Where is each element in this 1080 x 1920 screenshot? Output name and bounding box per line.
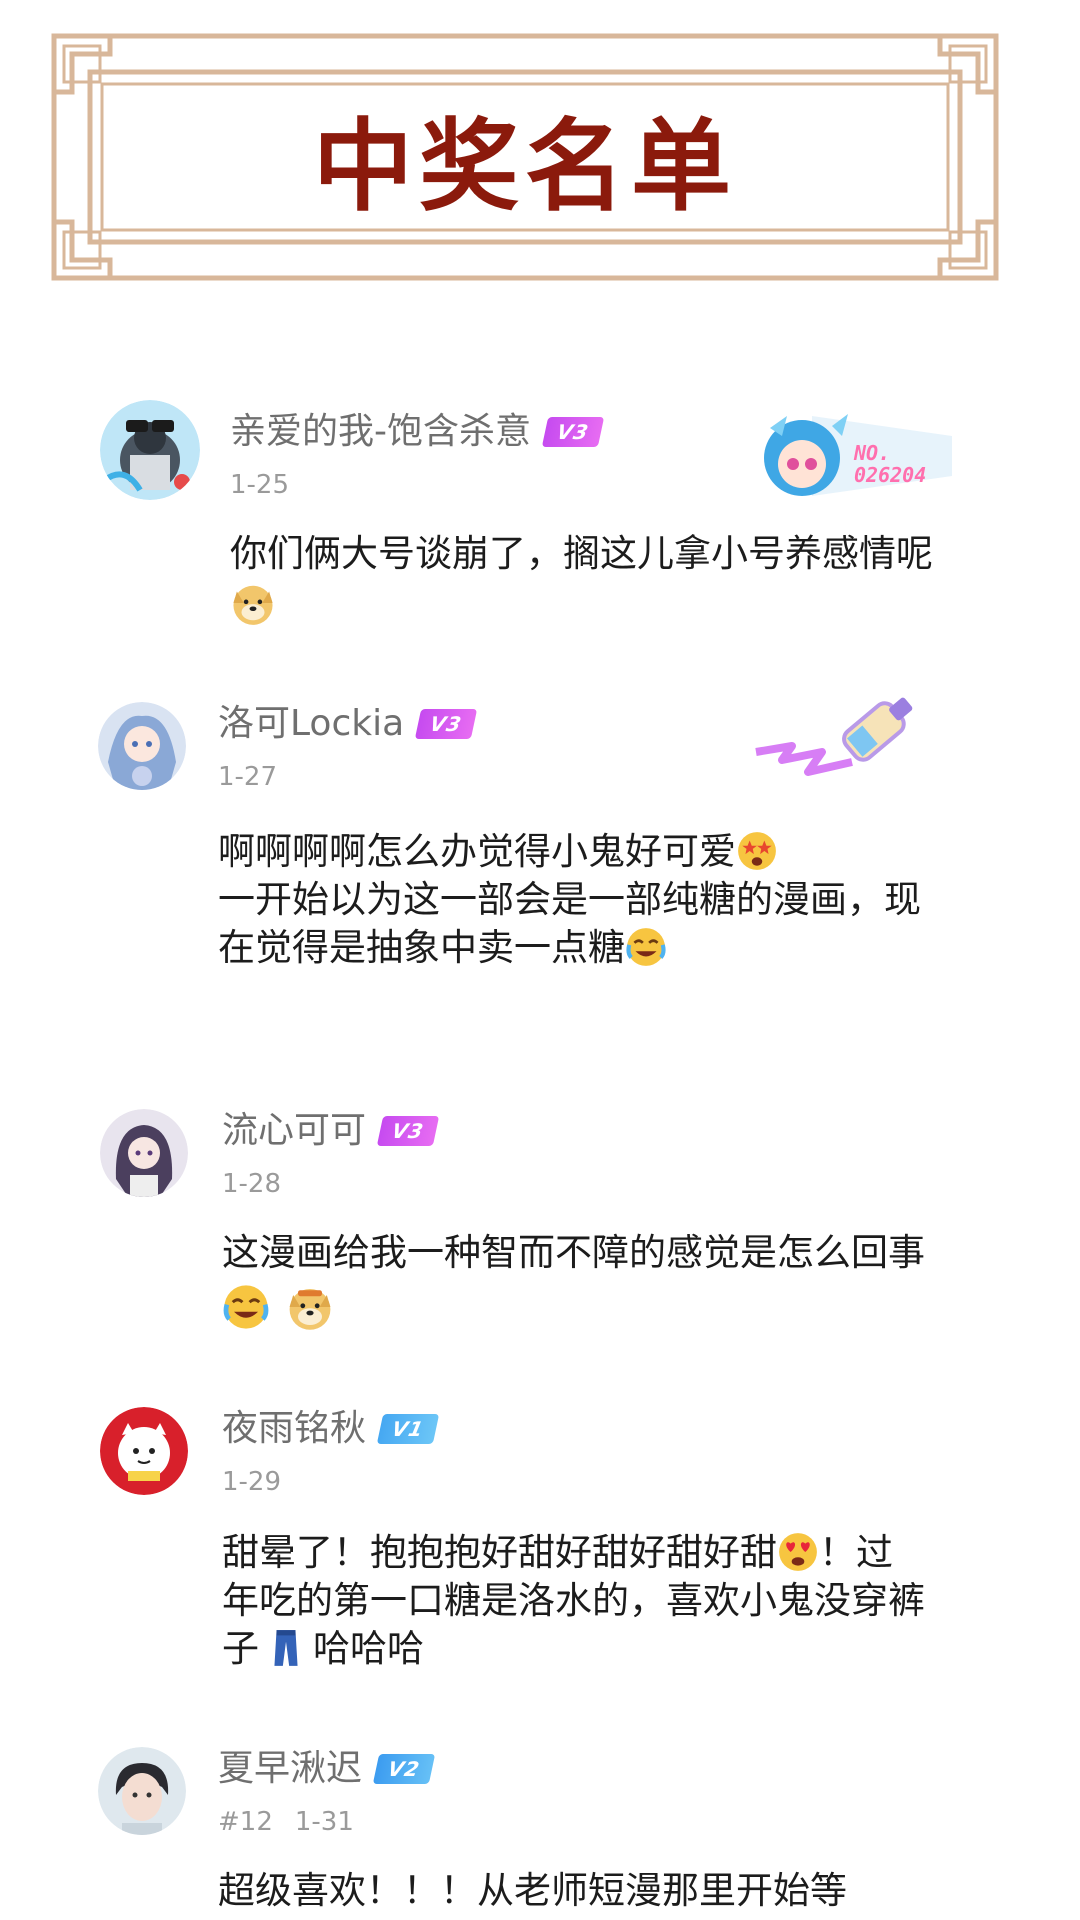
comment-text: 甜晕了！抱抱抱好甜好甜好甜好甜 ！过 年吃的第一口糖是洛水的，喜欢小鬼没穿裤 子… bbox=[222, 1529, 1022, 1673]
comment-text: 这漫画给我一种智而不障的感觉是怎么回事 bbox=[222, 1229, 1012, 1335]
comment-date: 1-29 bbox=[222, 1467, 282, 1497]
comment-line: 甜晕了！抱抱抱好甜好甜好甜好甜 bbox=[222, 1531, 777, 1574]
username-text[interactable]: 洛可Lockia bbox=[218, 702, 404, 746]
avatar[interactable] bbox=[100, 1109, 188, 1197]
comment-line: 你们俩大号谈崩了，搁这儿拿小号养感情呢 bbox=[230, 532, 933, 575]
comment-line: 子 bbox=[222, 1627, 259, 1670]
level-badge: V3 bbox=[376, 1116, 440, 1146]
avatar-image bbox=[100, 400, 200, 500]
avatar-image bbox=[100, 1109, 188, 1197]
comment-line: 啊啊啊啊怎么办觉得小鬼好可爱 bbox=[218, 830, 736, 873]
level-badge: V3 bbox=[414, 709, 478, 739]
avatar-image bbox=[98, 702, 186, 790]
fan-card-decoration[interactable]: NO. 026204 bbox=[752, 406, 972, 506]
avatar[interactable] bbox=[98, 702, 186, 790]
doge-emoji bbox=[286, 1283, 334, 1331]
level-badge: V1 bbox=[376, 1414, 440, 1444]
avatar[interactable] bbox=[98, 1747, 186, 1835]
fan-number: NO. 026204 bbox=[854, 441, 927, 487]
comment-meta: #12 1-31 bbox=[218, 1807, 354, 1837]
comment-line: 哈哈哈 bbox=[313, 1627, 424, 1670]
avatar-image bbox=[98, 1747, 186, 1835]
heart-eyes-emoji bbox=[777, 1531, 819, 1573]
paint-bottle-decoration[interactable] bbox=[752, 682, 932, 792]
comment-line: 这漫画给我一种智而不障的感觉是怎么回事 bbox=[222, 1231, 925, 1274]
comment-date: 1-27 bbox=[218, 762, 278, 792]
username-text[interactable]: 夏早湫迟 bbox=[218, 1747, 362, 1791]
username[interactable]: 夏早湫迟 V2 bbox=[218, 1747, 436, 1791]
avatar[interactable] bbox=[100, 1407, 188, 1495]
page-title: 中奖名单 bbox=[313, 107, 737, 225]
starry-eyes-emoji bbox=[736, 830, 778, 872]
username-text[interactable]: 亲爱的我-饱含杀意 bbox=[230, 410, 531, 454]
jeans-emoji bbox=[265, 1627, 307, 1669]
comment-line: 超级喜欢！！！从老师短漫那里开始等 bbox=[218, 1869, 847, 1912]
title-frame: 中奖名单 bbox=[50, 32, 1000, 282]
comment-date: 1-31 bbox=[294, 1807, 354, 1837]
username[interactable]: 亲爱的我-饱含杀意 V3 bbox=[230, 410, 605, 454]
comment-text: 你们俩大号谈崩了，搁这儿拿小号养感情呢 bbox=[230, 530, 1030, 630]
username[interactable]: 洛可Lockia V3 bbox=[218, 702, 478, 746]
crying-laugh-emoji bbox=[625, 926, 667, 968]
paint-bottle-icon bbox=[755, 697, 913, 776]
comment-date: 1-28 bbox=[222, 1169, 282, 1199]
username[interactable]: 夜雨铭秋 V1 bbox=[222, 1407, 440, 1451]
comment-text: 超级喜欢！！！从老师短漫那里开始等 bbox=[218, 1867, 1018, 1915]
comment-line: 一开始以为这一部会是一部纯糖的漫画，现 bbox=[218, 878, 921, 921]
comment-text: 啊啊啊啊怎么办觉得小鬼好可爱 一开始以为这一部会是一部纯糖的漫画，现 在觉得是抽… bbox=[218, 828, 1008, 972]
comment-line: 年吃的第一口糖是洛水的，喜欢小鬼没穿裤 bbox=[222, 1579, 925, 1622]
level-badge: V3 bbox=[541, 417, 605, 447]
avatar[interactable] bbox=[100, 400, 200, 500]
username-text[interactable]: 夜雨铭秋 bbox=[222, 1407, 366, 1451]
doge-emoji bbox=[230, 580, 276, 626]
floor-number: #12 bbox=[218, 1807, 273, 1837]
level-badge: V2 bbox=[372, 1754, 436, 1784]
comment-line: ！过 bbox=[819, 1531, 893, 1574]
comment-line: 在觉得是抽象中卖一点糖 bbox=[218, 926, 625, 969]
username[interactable]: 流心可可 V3 bbox=[222, 1109, 440, 1153]
comment-date: 1-25 bbox=[230, 470, 290, 500]
crying-laugh-emoji bbox=[222, 1283, 270, 1331]
username-text[interactable]: 流心可可 bbox=[222, 1109, 366, 1153]
avatar-image bbox=[100, 1407, 188, 1495]
